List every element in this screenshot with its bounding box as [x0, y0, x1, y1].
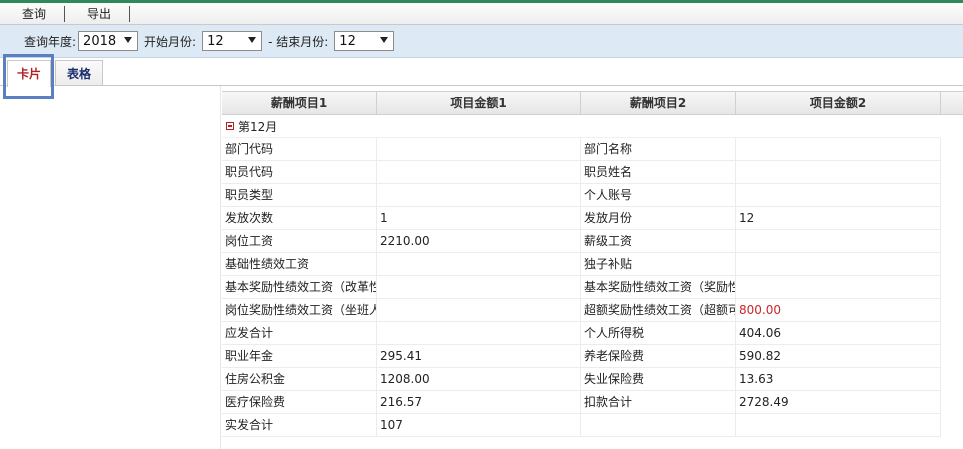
salary-item-1: 实发合计 [222, 414, 377, 437]
salary-item-2: 部门名称 [581, 138, 736, 161]
salary-item-2 [581, 414, 736, 437]
table-row[interactable]: 基础性绩效工资 独子补贴 [222, 253, 941, 276]
year-select[interactable]: 2018 [78, 31, 139, 51]
salary-amount-2 [736, 253, 941, 276]
salary-amount-1 [377, 322, 581, 345]
grid-header: 薪酬项目1 项目金额1 薪酬项目2 项目金额2 [222, 91, 941, 115]
year-label: 查询年度: [24, 34, 77, 49]
table-row[interactable]: 应发合计 个人所得税 404.06 [222, 322, 941, 345]
column-header-item2[interactable]: 薪酬项目2 [581, 92, 736, 114]
group-row[interactable]: 第12月 [222, 115, 941, 138]
salary-item-2: 职员姓名 [581, 161, 736, 184]
collapse-icon[interactable] [226, 122, 234, 130]
left-panel-border [220, 86, 221, 449]
grid-header-scroll-spacer [941, 91, 963, 115]
salary-item-2: 失业保险费 [581, 368, 736, 391]
salary-amount-2 [736, 161, 941, 184]
salary-item-2: 超额奖励性绩效工资（超额可 [581, 299, 736, 322]
salary-amount-2 [736, 138, 941, 161]
table-row[interactable]: 职业年金 295.41 养老保险费 590.82 [222, 345, 941, 368]
chevron-down-icon [248, 37, 257, 43]
start-month-select-value: 12 [207, 33, 224, 49]
salary-item-1: 基础性绩效工资 [222, 253, 377, 276]
start-month-select[interactable]: 12 [202, 31, 263, 51]
salary-amount-1 [377, 253, 581, 276]
salary-item-2: 发放月份 [581, 207, 736, 230]
salary-amount-2: 590.82 [736, 345, 941, 368]
tab-table[interactable]: 表格 [55, 60, 103, 86]
salary-amount-1: 1 [377, 207, 581, 230]
salary-amount-2 [736, 184, 941, 207]
salary-amount-1 [377, 184, 581, 207]
salary-item-1: 部门代码 [222, 138, 377, 161]
column-header-item1[interactable]: 薪酬项目1 [222, 92, 377, 114]
salary-item-1: 职员代码 [222, 161, 377, 184]
salary-item-2: 基本奖励性绩效工资（奖励性 [581, 276, 736, 299]
salary-card-grid: 薪酬项目1 项目金额1 薪酬项目2 项目金额2 第12月 部门代码 部门名称 职员代… [222, 91, 941, 437]
salary-amount-1: 1208.00 [377, 368, 581, 391]
end-month-select[interactable]: 12 [334, 31, 395, 51]
salary-amount-1: 2210.00 [377, 230, 581, 253]
salary-amount-1 [377, 138, 581, 161]
filter-bar: 查询年度: 2018 开始月份: 12 - 结束月份: 12 [0, 25, 963, 58]
query-button[interactable]: 查询 [0, 3, 64, 25]
salary-item-1: 职员类型 [222, 184, 377, 207]
salary-amount-1: 216.57 [377, 391, 581, 414]
salary-amount-1 [377, 276, 581, 299]
salary-item-2: 薪级工资 [581, 230, 736, 253]
salary-amount-2 [736, 414, 941, 437]
salary-item-2: 个人账号 [581, 184, 736, 207]
salary-amount-2: 800.00 [736, 299, 941, 322]
salary-amount-2: 2728.49 [736, 391, 941, 414]
salary-item-2: 个人所得税 [581, 322, 736, 345]
start-month-label: 开始月份: [144, 34, 197, 49]
salary-item-2: 独子补贴 [581, 253, 736, 276]
year-select-value: 2018 [83, 33, 117, 49]
toolbar: 查询 导出 [0, 3, 963, 25]
table-row[interactable]: 医疗保险费 216.57 扣款合计 2728.49 [222, 391, 941, 414]
salary-amount-1: 107 [377, 414, 581, 437]
tab-card[interactable]: 卡片 [7, 60, 51, 87]
salary-item-1: 应发合计 [222, 322, 377, 345]
salary-item-1: 岗位奖励性绩效工资（坐班人 [222, 299, 377, 322]
salary-item-1: 发放次数 [222, 207, 377, 230]
end-month-label: - 结束月份: [268, 34, 329, 49]
export-button[interactable]: 导出 [65, 3, 129, 25]
table-row[interactable]: 基本奖励性绩效工资（改革性 基本奖励性绩效工资（奖励性 [222, 276, 941, 299]
salary-item-1: 岗位工资 [222, 230, 377, 253]
table-row[interactable]: 发放次数 1 发放月份 12 [222, 207, 941, 230]
salary-amount-2: 404.06 [736, 322, 941, 345]
table-row[interactable]: 职员类型 个人账号 [222, 184, 941, 207]
toolbar-separator [129, 5, 131, 22]
table-row[interactable]: 住房公积金 1208.00 失业保险费 13.63 [222, 368, 941, 391]
salary-amount-2: 13.63 [736, 368, 941, 391]
group-label: 第12月 [238, 119, 278, 134]
salary-amount-2 [736, 276, 941, 299]
tabs-divider [0, 85, 963, 86]
table-row[interactable]: 岗位奖励性绩效工资（坐班人 超额奖励性绩效工资（超额可 800.00 [222, 299, 941, 322]
salary-item-1: 职业年金 [222, 345, 377, 368]
salary-amount-1: 295.41 [377, 345, 581, 368]
table-row[interactable]: 部门代码 部门名称 [222, 138, 941, 161]
chevron-down-icon [380, 37, 389, 43]
grid-body: 部门代码 部门名称 职员代码 职员姓名 职员类型 个人账号 发放次数 1 发放月份 12 岗位工资 2… [222, 138, 941, 437]
salary-item-1: 医疗保险费 [222, 391, 377, 414]
salary-item-2: 扣款合计 [581, 391, 736, 414]
salary-item-1: 住房公积金 [222, 368, 377, 391]
end-month-select-value: 12 [339, 33, 356, 49]
table-row[interactable]: 实发合计 107 [222, 414, 941, 437]
table-row[interactable]: 职员代码 职员姓名 [222, 161, 941, 184]
salary-item-2: 养老保险费 [581, 345, 736, 368]
salary-item-1: 基本奖励性绩效工资（改革性 [222, 276, 377, 299]
column-header-amount1[interactable]: 项目金额1 [377, 92, 581, 114]
salary-amount-1 [377, 161, 581, 184]
table-row[interactable]: 岗位工资 2210.00 薪级工资 [222, 230, 941, 253]
chevron-down-icon [124, 37, 133, 43]
salary-amount-2 [736, 230, 941, 253]
salary-amount-2: 12 [736, 207, 941, 230]
column-header-amount2[interactable]: 项目金额2 [736, 92, 941, 114]
salary-amount-1 [377, 299, 581, 322]
